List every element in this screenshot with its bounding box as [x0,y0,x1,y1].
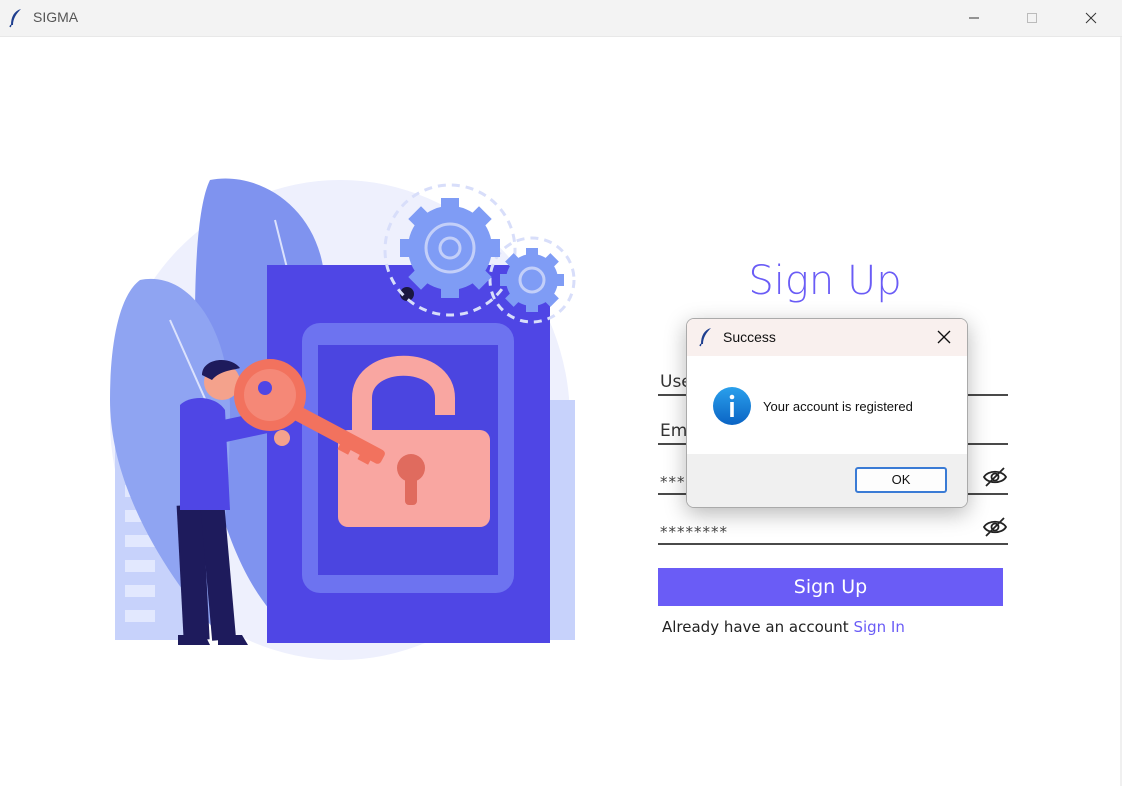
dialog-message: Your account is registered [763,399,913,414]
dialog-title: Success [723,329,776,345]
email-placeholder: Em [660,421,688,441]
confirm-password-value: ******** [660,523,728,541]
password-value: *** [660,473,686,491]
maximize-button[interactable] [1003,0,1061,36]
eye-slash-icon[interactable] [982,516,1008,538]
dialog-footer: OK [687,454,967,507]
security-illustration [110,178,576,660]
info-icon [713,387,751,425]
success-dialog: Success Your account is registered OK [686,318,968,508]
signin-prompt-row: Already have an account Sign In [662,618,905,636]
signin-prompt: Already have an account [662,618,849,636]
signup-button[interactable]: Sign Up [658,568,1003,606]
close-icon[interactable] [937,330,951,344]
window-title: SIGMA [33,9,79,25]
dialog-title-bar: Success [687,319,967,356]
eye-slash-icon[interactable] [982,466,1008,488]
signup-heading: Sign Up [748,258,902,304]
minimize-button[interactable] [945,0,1003,36]
minimize-icon [969,17,979,19]
signin-link[interactable]: Sign In [853,618,904,636]
close-icon [1085,12,1097,24]
ok-button[interactable]: OK [855,467,947,493]
feather-icon [9,9,21,28]
feather-icon [699,328,711,347]
maximize-icon [1027,13,1037,23]
title-bar: SIGMA [0,0,1122,37]
confirm-password-field[interactable]: ******** [658,513,1008,545]
close-button[interactable] [1062,0,1120,36]
